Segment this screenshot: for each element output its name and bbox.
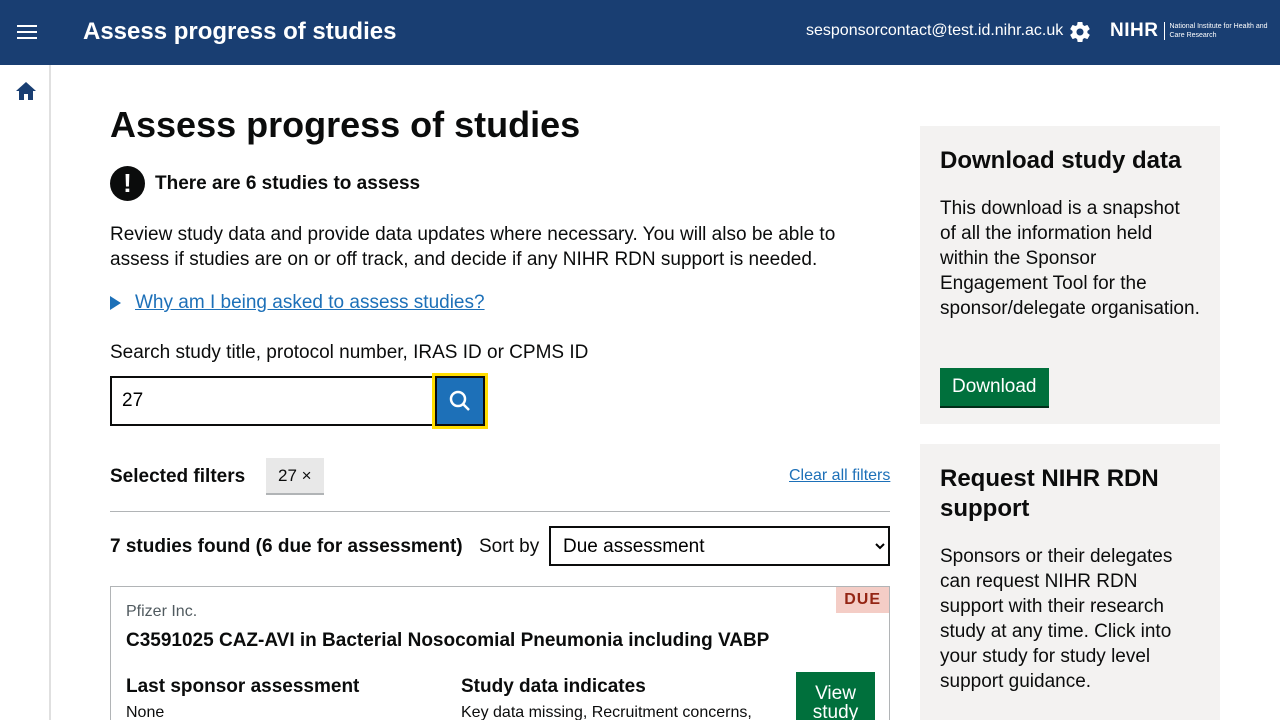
- home-icon[interactable]: [16, 82, 36, 100]
- details-link[interactable]: Why am I being asked to assess studies?: [135, 292, 485, 314]
- filter-tag[interactable]: 27 ×: [266, 458, 324, 495]
- view-study-button[interactable]: View study: [796, 672, 875, 720]
- search-input[interactable]: [110, 376, 434, 426]
- nihr-logo: NIHR National Institute for Health and C…: [1110, 20, 1276, 42]
- search-label: Search study title, protocol number, IRA…: [110, 342, 589, 363]
- warning-icon: !: [110, 166, 145, 201]
- app-title[interactable]: Assess progress of studies: [83, 18, 396, 46]
- support-heading: Request NIHR RDN support: [940, 465, 1159, 522]
- last-assessment-label: Last sponsor assessment: [126, 676, 360, 697]
- support-text: Sponsors or their delegates can request …: [940, 546, 1173, 692]
- clear-filters-link[interactable]: Clear all filters: [789, 467, 890, 485]
- search-icon: [449, 390, 470, 411]
- support-panel: Request NIHR RDN support Sponsors or the…: [920, 444, 1220, 720]
- search-button-inner: [435, 376, 485, 426]
- study-title: C3591025 CAZ-AVI in Bacterial Nosocomial…: [126, 630, 770, 651]
- study-sponsor: Pfizer Inc.: [126, 603, 198, 620]
- download-heading: Download study data: [940, 147, 1182, 174]
- sort-select[interactable]: Due assessment: [549, 526, 890, 566]
- download-text: This download is a snapshot of all the i…: [940, 198, 1200, 319]
- gear-icon[interactable]: [1068, 20, 1092, 44]
- data-indicates-value: Key data missing, Recruitment concerns,: [461, 704, 752, 720]
- side-rail: [0, 65, 51, 720]
- triangle-right-icon: [110, 296, 121, 310]
- study-card: DUE Pfizer Inc. C3591025 CAZ-AVI in Bact…: [110, 586, 890, 720]
- last-assessment-value: None: [126, 704, 165, 720]
- status-badge: DUE: [836, 587, 889, 613]
- intro-text: Review study data and provide data updat…: [110, 224, 836, 270]
- download-panel: Download study data This download is a s…: [920, 126, 1220, 424]
- page-title: Assess progress of studies: [110, 104, 581, 145]
- warning-text: ! There are 6 studies to assess: [110, 166, 420, 201]
- download-button[interactable]: Download: [940, 368, 1049, 406]
- search-button[interactable]: [432, 373, 488, 429]
- user-email: sesponsorcontact@test.id.nihr.ac.uk: [806, 22, 1064, 39]
- logo-main: NIHR: [1110, 20, 1159, 41]
- header-bar: Assess progress of studies sesponsorcont…: [0, 0, 1280, 65]
- sort-label: Sort by: [479, 536, 540, 557]
- data-indicates-label: Study data indicates: [461, 676, 646, 697]
- divider: [110, 511, 890, 512]
- logo-sub: National Institute for Health and Care R…: [1164, 22, 1276, 40]
- details-toggle[interactable]: Why am I being asked to assess studies?: [110, 292, 485, 314]
- menu-icon[interactable]: [17, 25, 37, 41]
- results-count: 7 studies found (6 due for assessment): [110, 536, 463, 557]
- warning-message: There are 6 studies to assess: [155, 172, 421, 194]
- selected-filters-label: Selected filters: [110, 466, 246, 487]
